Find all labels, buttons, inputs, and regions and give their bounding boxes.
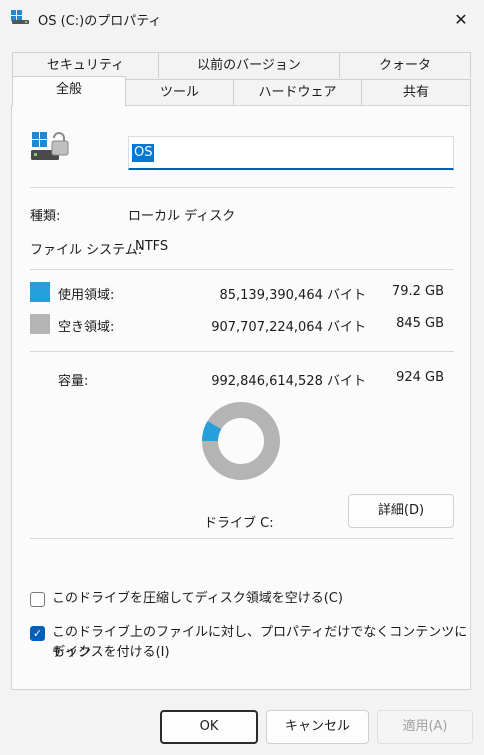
tab-tools[interactable]: ツール [125, 79, 234, 105]
tab-previous-versions[interactable]: 以前のバージョン [158, 52, 340, 78]
separator [30, 351, 454, 352]
window-title: OS (C:)のプロパティ [38, 14, 162, 29]
used-space-bytes: 85,139,390,464 バイト [219, 288, 366, 303]
tab-quota[interactable]: クォータ [339, 52, 471, 78]
separator [30, 538, 454, 539]
donut-free-ring [202, 402, 280, 480]
separator [30, 269, 454, 270]
cancel-button[interactable]: キャンセル [266, 710, 369, 744]
free-space-swatch [30, 314, 50, 334]
type-label: 種類: [30, 209, 61, 224]
apply-button[interactable]: 適用(A) [377, 710, 473, 744]
index-checkbox[interactable]: ✓ [30, 626, 45, 641]
free-space-gb: 845 GB [396, 316, 444, 331]
volume-name-text[interactable]: OS [132, 144, 155, 162]
tab-hardware[interactable]: ハードウェア [233, 79, 362, 105]
used-space-swatch [30, 282, 50, 302]
volume-name-input[interactable]: OS [128, 136, 454, 170]
used-space-gb: 79.2 GB [391, 284, 444, 299]
tab-security[interactable]: セキュリティ [12, 52, 159, 78]
hard-drive-icon [31, 132, 69, 160]
close-icon: ✕ [454, 9, 468, 29]
donut-used-arc [202, 420, 222, 442]
capacity-label: 容量: [58, 374, 89, 389]
drive-properties-icon [11, 10, 29, 24]
ok-button[interactable]: OK [160, 710, 258, 744]
compress-label[interactable]: このドライブを圧縮してディスク領域を空ける(C) [52, 589, 343, 609]
details-button[interactable]: 詳細(D) [348, 494, 454, 528]
capacity-bytes: 992,846,614,528 バイト [211, 374, 366, 389]
close-button[interactable]: ✕ [438, 0, 484, 38]
free-space-label: 空き領域: [58, 320, 115, 335]
used-space-label: 使用領域: [58, 288, 115, 303]
capacity-gb: 924 GB [396, 370, 444, 385]
drive-label: ドライブ C: [204, 516, 274, 531]
filesystem-value: NTFS [135, 239, 169, 254]
filesystem-label: ファイル システム: [30, 243, 143, 258]
compress-checkbox[interactable] [30, 592, 45, 607]
tab-sharing[interactable]: 共有 [361, 79, 471, 105]
free-space-bytes: 907,707,224,064 バイト [211, 320, 366, 335]
separator [30, 187, 454, 188]
index-label-line2[interactable]: デックスを付ける(I) [52, 643, 170, 663]
type-value: ローカル ディスク [128, 209, 236, 224]
title-bar: OS (C:)のプロパティ ✕ [0, 0, 484, 40]
general-panel: OS 種類: ローカル ディスク ファイル システム: NTFS 使用領域: 8… [11, 105, 471, 690]
tab-general[interactable]: 全般 [12, 76, 126, 106]
disk-usage-donut [202, 402, 280, 480]
